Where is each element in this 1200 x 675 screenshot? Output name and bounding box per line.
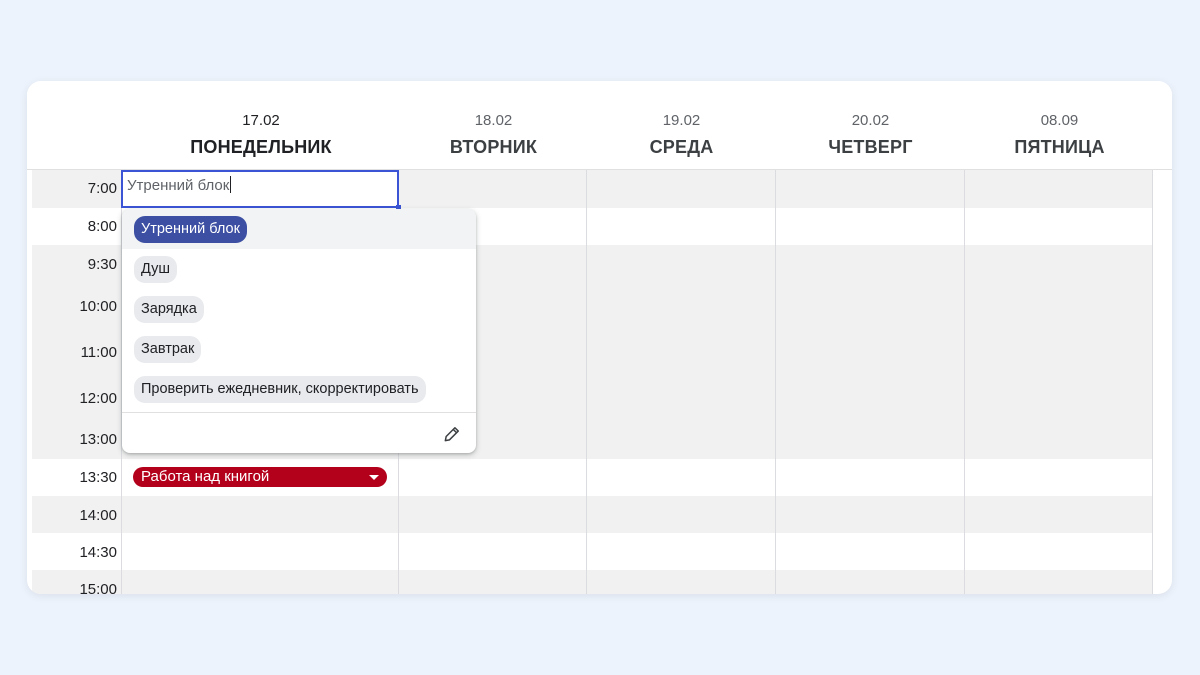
column-divider [1152, 170, 1153, 594]
day-header-monday[interactable]: 17.02 ПОНЕДЕЛЬНИК [122, 81, 400, 170]
column-divider [586, 170, 587, 594]
day-name: СРЕДА [649, 137, 714, 157]
day-name: ВТОРНИК [449, 137, 538, 157]
cell-input-value: Утренний блок [127, 177, 230, 194]
column-divider [964, 170, 965, 594]
day-header-wednesday[interactable]: 19.02 СРЕДА [587, 81, 776, 170]
column-divider [775, 170, 776, 594]
time-label: 11:00 [80, 344, 117, 361]
time-label: 9:30 [87, 256, 117, 273]
text-caret [230, 176, 232, 193]
event-chip-label: Работа над книгой [141, 468, 270, 485]
time-row[interactable] [32, 533, 1153, 570]
calendar-card: 17.02 ПОНЕДЕЛЬНИК 18.02 ВТОРНИК 19.02 СР… [27, 81, 1172, 594]
dropdown-option[interactable]: Завтрак [122, 329, 476, 369]
option-chip: Утренний блок [134, 216, 247, 243]
time-label: 12:00 [79, 390, 117, 407]
dropdown-option[interactable]: Проверить ежедневник, скорректировать [122, 369, 476, 409]
day-date: 17.02 [242, 112, 280, 129]
time-label: 8:00 [87, 218, 117, 235]
autocomplete-dropdown: Утренний блок Душ Зарядка Завтрак Провер… [122, 209, 476, 453]
time-label: 14:00 [79, 507, 117, 524]
pencil-icon[interactable] [442, 424, 462, 444]
day-date: 20.02 [851, 112, 890, 129]
day-date: 18.02 [474, 112, 513, 129]
active-cell-input[interactable]: Утренний блок [121, 170, 401, 210]
week-header: 17.02 ПОНЕДЕЛЬНИК 18.02 ВТОРНИК 19.02 СР… [27, 81, 1172, 170]
day-header-tuesday[interactable]: 18.02 ВТОРНИК [399, 81, 588, 170]
option-chip: Завтрак [134, 336, 202, 363]
day-name: ПОНЕДЕЛЬНИК [190, 137, 332, 157]
time-label: 15:00 [79, 581, 117, 594]
day-name: ЧЕТВЕРГ [828, 137, 913, 157]
day-header-friday[interactable]: 08.09 ПЯТНИЦА [965, 81, 1154, 170]
dropdown-option[interactable]: Душ [122, 249, 476, 289]
dropdown-divider [122, 412, 476, 413]
time-label: 13:00 [79, 431, 117, 448]
option-chip: Проверить ежедневник, скорректировать [134, 376, 426, 403]
time-label: 10:00 [79, 298, 117, 315]
time-label: 14:30 [79, 544, 117, 561]
event-chip-book-work[interactable]: Работа над книгой [133, 467, 387, 487]
time-label: 7:00 [87, 180, 117, 197]
dropdown-arrow-icon[interactable] [369, 475, 379, 480]
option-chip: Душ [134, 256, 178, 283]
day-date: 19.02 [662, 112, 701, 129]
time-row[interactable] [32, 570, 1153, 594]
day-header-thursday[interactable]: 20.02 ЧЕТВЕРГ [776, 81, 965, 170]
dropdown-option[interactable]: Утренний блок [122, 209, 476, 249]
day-name: ПЯТНИЦА [1014, 137, 1105, 157]
time-label: 13:30 [79, 469, 117, 486]
time-row[interactable] [32, 496, 1153, 533]
dropdown-option[interactable]: Зарядка [122, 289, 476, 329]
option-chip: Зарядка [134, 296, 204, 323]
day-date: 08.09 [1040, 112, 1079, 129]
